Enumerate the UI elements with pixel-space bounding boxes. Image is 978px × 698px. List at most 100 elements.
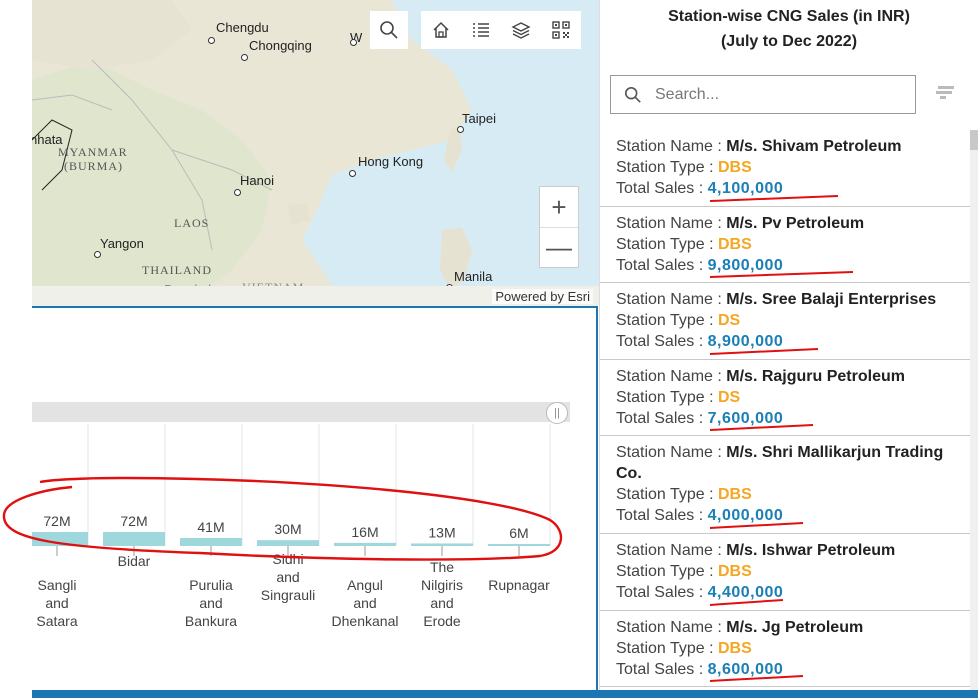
zoom-in-button[interactable]: + xyxy=(540,187,578,227)
home-button[interactable] xyxy=(421,11,461,49)
city-marker xyxy=(234,189,241,196)
station-type-label: Station Type : xyxy=(616,235,718,253)
total-sales-label: Total Sales : xyxy=(616,333,708,350)
home-icon xyxy=(433,21,449,38)
chart-bar[interactable] xyxy=(334,542,396,546)
station-card[interactable]: Station Name : M/s. Jg Petroleum Station … xyxy=(600,610,970,687)
station-name-label: Station Name : xyxy=(616,138,727,155)
annotation-underline xyxy=(709,598,784,606)
map-label-yangon: Yangon xyxy=(100,236,144,251)
qr-code-button[interactable] xyxy=(541,11,581,49)
legend-button[interactable] xyxy=(461,11,501,49)
total-sales-label: Total Sales : xyxy=(616,660,708,678)
chart-bar[interactable] xyxy=(488,544,550,546)
city-marker xyxy=(241,54,248,61)
chart-data-label: 16M xyxy=(351,524,378,540)
zoom-out-button[interactable]: — xyxy=(540,227,578,267)
city-marker xyxy=(94,251,101,258)
station-name-label: Station Name : xyxy=(616,291,727,308)
chart-bar[interactable] xyxy=(257,540,319,546)
panel-title-line1: Station-wise CNG Sales (in INR) xyxy=(668,8,910,25)
search-box[interactable] xyxy=(610,75,916,114)
qr-code-icon xyxy=(552,21,570,39)
panel-title: Station-wise CNG Sales (in INR) (July to… xyxy=(600,4,978,54)
layers-icon xyxy=(511,22,531,39)
city-marker xyxy=(349,170,356,177)
station-card[interactable]: Station Name : M/s. Shri Mallikarjun Tra… xyxy=(600,436,970,534)
search-icon xyxy=(380,21,398,39)
station-type-label: Station Type : xyxy=(616,388,718,406)
chart-bar[interactable] xyxy=(32,532,88,546)
station-type-label: Station Type : xyxy=(616,563,718,580)
map-label-laos: LAOS xyxy=(174,216,210,230)
search-input[interactable] xyxy=(655,85,895,104)
map-label-hong-kong: Hong Kong xyxy=(358,154,424,169)
chart-data-label: 13M xyxy=(428,524,455,540)
station-name-label: Station Name : xyxy=(616,542,727,559)
list-scrollbar[interactable] xyxy=(970,130,978,690)
bottom-accent-bar xyxy=(32,690,978,698)
map-label-manila: Manila xyxy=(454,269,493,284)
station-name: M/s. Rajguru Petroleum xyxy=(726,367,905,385)
total-sales-label: Total Sales : xyxy=(616,180,708,197)
station-type: DBS xyxy=(718,639,752,657)
list-icon xyxy=(473,23,489,37)
total-sales-label: Total Sales : xyxy=(616,256,708,274)
map-label-myanmar: MYANMAR xyxy=(58,145,128,159)
station-card[interactable]: Station Name : M/s. Shivam Petroleum Stat… xyxy=(600,130,970,207)
annotation-underline xyxy=(709,347,819,355)
chart-bar[interactable] xyxy=(180,538,242,546)
chart-data-label: 6M xyxy=(509,525,528,541)
map-label-burma: (BURMA) xyxy=(64,159,124,173)
bar-chart: 72M Sangli and Satara 72M Bidar 41M Purulia and B… xyxy=(32,424,551,629)
station-name: M/s. Jg Petroleum xyxy=(726,618,864,636)
map-view[interactable]: Chengdu Chongqing W Taipei Hong Kong Han… xyxy=(32,0,599,306)
list-scrollbar-thumb[interactable] xyxy=(970,130,978,150)
chart-bar[interactable] xyxy=(103,532,165,546)
chart-category-label: Rupnagar xyxy=(488,577,550,593)
chart-category-label: Purulia and Bankura xyxy=(185,577,237,629)
station-card[interactable]: Station Name : M/s. Ishwar Petroleum Stat… xyxy=(600,534,970,611)
map-label-thailand: THAILAND xyxy=(142,263,212,277)
map-toolbar xyxy=(421,11,581,49)
map-label-nhata: nhata xyxy=(32,132,63,147)
station-card[interactable]: Station Name : M/s. Sree Balaji Enterpri… xyxy=(600,283,970,360)
station-type: DBS xyxy=(718,235,752,253)
city-marker xyxy=(457,126,464,133)
station-type: DS xyxy=(718,388,741,406)
total-sales-label: Total Sales : xyxy=(616,507,708,524)
station-name: M/s. Sree Balaji Enterprises xyxy=(726,291,937,308)
chart-bar[interactable] xyxy=(411,543,473,546)
map-search-button[interactable] xyxy=(370,11,408,49)
filter-icon xyxy=(936,86,954,99)
station-list-panel: Station-wise CNG Sales (in INR) (July to… xyxy=(599,0,978,690)
city-marker xyxy=(350,39,357,46)
station-name: M/s. Shivam Petroleum xyxy=(726,138,902,155)
layers-button[interactable] xyxy=(501,11,541,49)
annotation-underline xyxy=(709,271,854,278)
annotation-underline xyxy=(709,675,804,682)
annotation-underline xyxy=(709,424,814,431)
chart-category-label: Sangli and Satara xyxy=(36,577,77,629)
chart-category-label: Angul and Dhenkanal xyxy=(332,577,399,629)
station-name-label: Station Name : xyxy=(616,367,727,385)
station-name: M/s. Ishwar Petroleum xyxy=(726,542,896,559)
esri-attribution[interactable]: Powered by Esri xyxy=(492,289,593,304)
station-type-label: Station Type : xyxy=(616,312,718,329)
city-marker xyxy=(208,37,215,44)
zoom-control: + — xyxy=(539,186,579,268)
total-sales-label: Total Sales : xyxy=(616,409,708,427)
station-type: DBS xyxy=(718,563,752,580)
station-card[interactable]: Station Name : M/s. Rajguru Petroleum Sta… xyxy=(600,359,970,436)
filter-button[interactable] xyxy=(934,84,956,107)
chart-category-label: Bidar xyxy=(118,553,151,569)
station-name-label: Station Name : xyxy=(616,214,727,232)
station-name: M/s. Pv Petroleum xyxy=(726,214,865,232)
map-label-chongqing: Chongqing xyxy=(249,38,312,53)
app-root: Chengdu Chongqing W Taipei Hong Kong Han… xyxy=(0,0,978,698)
station-type: DS xyxy=(718,312,741,329)
chart-data-label: 72M xyxy=(120,513,147,529)
chart-data-label: 72M xyxy=(43,513,70,529)
station-card[interactable]: Station Name : M/s. Pv Petroleum Station … xyxy=(600,206,970,283)
station-name-label: Station Name : xyxy=(616,444,727,461)
